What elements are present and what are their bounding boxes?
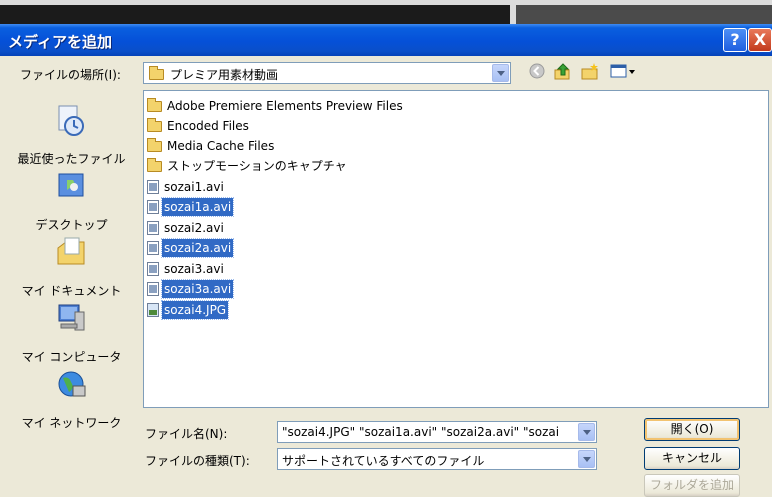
location-label: ファイルの場所(I): [20, 68, 121, 82]
folder-icon [149, 66, 164, 80]
folder-icon [147, 137, 162, 152]
help-button[interactable]: ? [723, 28, 747, 52]
place-my-network[interactable]: マイ ネットワーク [6, 368, 137, 436]
avi-file-icon [147, 282, 159, 296]
jpg-file-icon [147, 303, 159, 317]
up-folder-icon[interactable] [553, 62, 573, 82]
add-folder-button[interactable]: フォルダを追加 [644, 474, 740, 497]
filetype-label: ファイルの種類(T): [145, 454, 250, 468]
list-item-selected[interactable]: sozai4.JPG [147, 300, 230, 320]
places-bar: 最近使ったファイル デスクトップ マイ ドキュメント マイ コンピュータ マイ … [6, 90, 137, 470]
avi-file-icon [147, 262, 159, 276]
list-item[interactable]: Adobe Premiere Elements Preview Files [147, 97, 405, 115]
back-icon[interactable] [527, 62, 547, 82]
cancel-button[interactable]: キャンセル [644, 447, 740, 470]
place-desktop[interactable]: デスクトップ [6, 170, 137, 238]
filetype-dropdown-arrow[interactable] [578, 450, 595, 468]
list-item[interactable]: ストップモーションのキャプチャ [147, 157, 349, 175]
list-item[interactable]: Media Cache Files [147, 137, 276, 155]
location-value: プレミア用素材動画 [170, 68, 279, 82]
place-my-computer-label: マイ コンピュータ [21, 350, 122, 364]
avi-file-icon [147, 221, 159, 235]
new-folder-icon[interactable] [580, 62, 600, 82]
place-recent[interactable]: 最近使ったファイル [6, 104, 137, 172]
place-my-documents[interactable]: マイ ドキュメント [6, 236, 137, 304]
place-recent-label: 最近使ったファイル [17, 152, 126, 166]
my-network-icon [51, 368, 91, 402]
desktop-icon [51, 170, 91, 204]
list-item[interactable]: sozai2.avi [147, 219, 226, 237]
avi-file-icon [147, 200, 159, 214]
place-my-network-label: マイ ネットワーク [21, 416, 122, 430]
filetype-value: サポートされているすべてのファイル [282, 454, 485, 468]
filename-input[interactable]: "sozai4.JPG" "sozai1a.avi" "sozai2a.avi"… [277, 421, 597, 443]
folder-icon [147, 157, 162, 172]
location-dropdown-arrow[interactable] [492, 64, 509, 82]
place-desktop-label: デスクトップ [35, 218, 108, 232]
folder-icon [147, 97, 162, 112]
filename-value: "sozai4.JPG" "sozai1a.avi" "sozai2a.avi"… [282, 425, 560, 439]
file-list[interactable]: Adobe Premiere Elements Preview Files En… [143, 90, 769, 408]
background-window-strip [0, 0, 772, 24]
my-computer-icon [51, 302, 91, 336]
list-item[interactable]: Encoded Files [147, 117, 251, 135]
close-button[interactable]: X [748, 28, 772, 52]
recent-files-icon [51, 104, 91, 138]
filename-dropdown-arrow[interactable] [578, 423, 595, 441]
place-my-computer[interactable]: マイ コンピュータ [6, 302, 137, 370]
background-window-dark [0, 5, 510, 24]
list-item-selected[interactable]: sozai3a.avi [147, 279, 235, 299]
my-documents-icon [51, 236, 91, 270]
list-item[interactable]: sozai1.avi [147, 178, 226, 196]
background-window-dark-right [516, 5, 772, 24]
list-item-selected[interactable]: sozai2a.avi [147, 238, 235, 258]
avi-file-icon [147, 180, 159, 194]
title-bar[interactable]: メディアを追加 ? X [0, 24, 772, 56]
filetype-select[interactable]: サポートされているすべてのファイル [277, 448, 597, 470]
open-button[interactable]: 開く(O) [644, 418, 740, 441]
list-item-selected[interactable]: sozai1a.avi [147, 197, 235, 217]
place-my-documents-label: マイ ドキュメント [21, 284, 122, 298]
location-combo[interactable]: プレミア用素材動画 [143, 62, 511, 84]
view-menu-icon[interactable] [608, 62, 638, 82]
folder-icon [147, 117, 162, 132]
filename-label: ファイル名(N): [145, 427, 228, 441]
avi-file-icon [147, 241, 159, 255]
dialog-title: メディアを追加 [8, 33, 112, 51]
list-item[interactable]: sozai3.avi [147, 260, 226, 278]
